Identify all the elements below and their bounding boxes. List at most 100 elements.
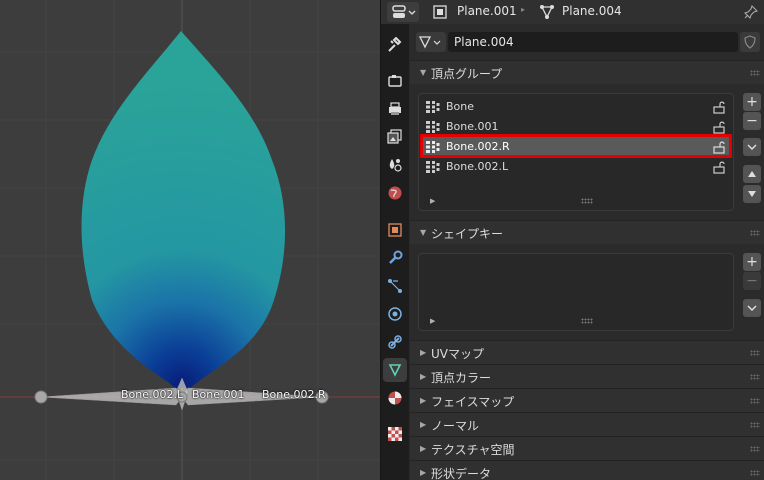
add-vertex-group-button[interactable]: + [743,93,761,111]
tab-tool[interactable] [383,33,407,57]
tab-material[interactable] [383,386,407,410]
chevron-down-icon [747,305,757,312]
tab-scene[interactable] [383,153,407,177]
vertex-group-label: Bone.001 [446,120,499,133]
breadcrumb-separator-icon: ▸ [521,5,526,14]
chevron-down-icon [747,144,757,151]
properties-content: Plane.004 ▼ 頂点グループ Bone Bone.001 Bone.00… [410,24,764,480]
panel-header-vertex-groups[interactable]: ▼ 頂点グループ [410,60,764,84]
panel-title-vertex-groups: 頂点グループ [431,67,503,81]
drag-grip-icon[interactable] [750,230,760,236]
panel-title-geometry-data: 形状データ [431,467,492,480]
world-icon [388,186,402,200]
drag-grip-icon[interactable] [750,470,760,476]
vertex-group-icon [426,121,440,133]
properties-editor: Plane.001 ▸ Plane.004 Plane.004 ▼ 頂点グループ… [381,0,764,480]
object-name-label[interactable]: Plane.001 [457,4,517,18]
panel-title-normals: ノーマル [431,419,480,433]
drag-grip-icon[interactable] [750,422,760,428]
collapsed-caret-icon: ▶ [420,372,427,381]
texture-checker-icon [388,427,402,441]
bone-label-002-r: Bone.002.R [262,388,326,401]
tab-constraints[interactable] [383,330,407,354]
list-resize-grip-icon[interactable] [581,198,593,204]
mesh-data-green-icon [388,364,402,377]
panel-title-vertex-colors: 頂点カラー [431,371,492,385]
tab-object[interactable] [383,218,407,242]
bone-label-002-l: Bone.002.L [121,388,184,401]
material-icon [388,391,402,405]
mesh-datablock-row: Plane.004 [416,32,760,52]
list-filter-expand-icon[interactable]: ▶ [430,317,435,325]
vertex-group-label: Bone [446,100,475,113]
list-filter-expand-icon[interactable]: ▶ [430,197,435,205]
list-item[interactable]: Bone [422,97,730,117]
particles-icon [388,279,402,293]
vertex-group-icon [426,161,440,173]
panel-header-texture-space[interactable]: ▶ テクスチャ空間 [410,436,764,460]
tool-icon [388,37,402,52]
drag-grip-icon[interactable] [750,398,760,404]
vertex-group-specials-button[interactable] [743,138,761,156]
unlocked-icon[interactable] [712,100,726,114]
remove-shape-key-button[interactable]: − [743,272,761,290]
panel-header-geometry-data[interactable]: ▶ 形状データ [410,460,764,480]
panel-header-vertex-colors[interactable]: ▶ 頂点カラー [410,364,764,388]
drag-grip-icon[interactable] [750,446,760,452]
panel-header-uv-maps[interactable]: ▶ UVマップ [410,340,764,364]
viewport-canvas [0,0,380,480]
add-shape-key-button[interactable]: + [743,253,761,271]
shape-key-list: ▶ [418,253,734,331]
collapsed-caret-icon: ▶ [420,444,427,453]
shape-key-specials-button[interactable] [743,299,761,317]
list-resize-grip-icon[interactable] [581,318,593,324]
properties-header: Plane.001 ▸ Plane.004 [381,0,764,24]
mesh-name-label[interactable]: Plane.004 [562,4,622,18]
fake-user-button[interactable] [740,32,760,52]
editor-type-button[interactable] [387,2,419,22]
object-icon [433,5,447,19]
drag-grip-icon[interactable] [750,70,760,76]
printer-icon [389,102,401,115]
mesh-browse-button[interactable] [416,32,446,52]
tab-render[interactable] [383,69,407,93]
panel-title-face-maps: フェイスマップ [431,395,515,409]
tab-output[interactable] [383,97,407,121]
mesh-data-icon [540,5,554,19]
vertex-group-label: Bone.002.L [446,160,509,173]
shield-icon [744,35,756,49]
tab-texture[interactable] [383,422,407,446]
unlocked-icon[interactable] [712,160,726,174]
triangle-up-icon [748,171,756,177]
tab-physics[interactable] [383,302,407,326]
drag-grip-icon[interactable] [750,374,760,380]
move-up-button[interactable] [743,165,761,183]
tab-data[interactable] [383,358,407,382]
tab-view-layer[interactable] [383,125,407,149]
mesh-browse-icon [418,36,441,49]
collapsed-caret-icon: ▶ [420,396,427,405]
properties-tabs [381,24,409,480]
object-orange-icon [388,223,402,237]
constraint-icon [388,335,402,349]
leaf-mesh [81,31,286,388]
wrench-icon [389,250,403,264]
unlocked-icon[interactable] [712,120,726,134]
list-item[interactable]: Bone.002.L [422,157,730,177]
mesh-name-field[interactable]: Plane.004 [448,32,738,52]
panel-header-shape-keys[interactable]: ▼ シェイプキー [410,220,764,244]
drag-grip-icon[interactable] [750,350,760,356]
pin-icon[interactable] [744,5,758,19]
expanded-caret-icon: ▼ [420,68,427,77]
tab-world[interactable] [383,181,407,205]
tab-modifiers[interactable] [383,246,407,270]
triangle-down-icon [748,191,756,197]
3d-viewport[interactable]: Bone.002.L Bone.001 Bone.002.R [0,0,380,480]
tab-particles[interactable] [383,274,407,298]
move-down-button[interactable] [743,185,761,203]
panel-header-normals[interactable]: ▶ ノーマル [410,412,764,436]
panel-header-face-maps[interactable]: ▶ フェイスマップ [410,388,764,412]
panel-title-shape-keys: シェイプキー [431,227,504,241]
remove-vertex-group-button[interactable]: − [743,112,761,130]
render-camera-icon [388,75,402,87]
